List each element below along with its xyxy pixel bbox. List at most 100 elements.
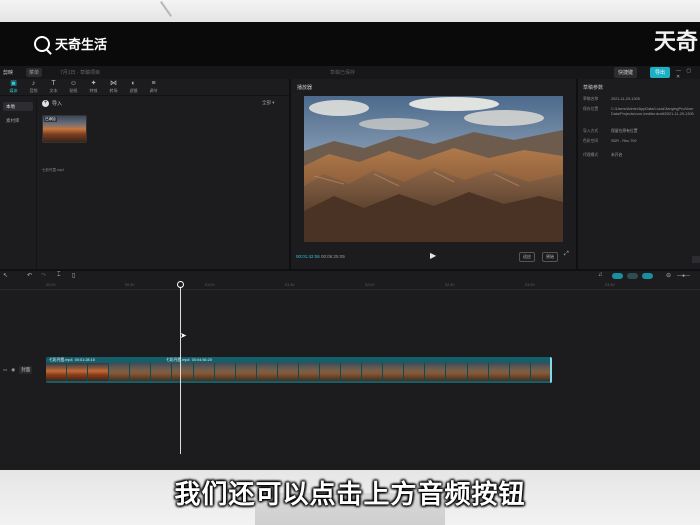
details-row: 色彩空间 SDR - Rec.709 xyxy=(583,139,698,144)
linkage-toggle[interactable] xyxy=(642,273,653,279)
watermark-search-icon xyxy=(34,35,50,52)
playhead-line[interactable] xyxy=(180,282,181,454)
redo-icon[interactable]: ↷ xyxy=(41,272,46,279)
microphone-icon[interactable]: ♫ xyxy=(598,272,603,278)
watermark-bar: 天奇生活 天奇 xyxy=(0,22,700,66)
zoom-out-icon[interactable]: ⊖ xyxy=(666,272,671,279)
details-modify-button[interactable] xyxy=(692,256,700,263)
playhead-handle[interactable] xyxy=(177,281,184,288)
filter-dropdown[interactable]: 全部 ▾ xyxy=(262,100,275,106)
save-status: 草稿已保存 xyxy=(330,70,356,76)
shortcut-button[interactable]: 快捷键 xyxy=(614,67,638,78)
details-value: 未开启 xyxy=(611,153,623,157)
split-icon[interactable]: ⌶ xyxy=(57,272,61,279)
video-clip[interactable]: 七彩丹霞.mp4 00:01:28:15 七彩丹霞.mp4 00:04:56:2… xyxy=(46,357,552,383)
media-icon: ▣ xyxy=(10,80,17,87)
media-sidebar: 本地 素材库 xyxy=(0,97,37,269)
export-button[interactable]: 导出 xyxy=(650,67,671,78)
clip-frame xyxy=(67,363,89,381)
added-badge: 已添加 xyxy=(44,117,57,122)
details-row: 代理模式 未开启 xyxy=(583,153,698,158)
video-preview[interactable] xyxy=(304,96,563,242)
zoom-slider[interactable]: —●— xyxy=(677,273,690,279)
app-name: 剪映 xyxy=(3,70,14,76)
clip-name: 七彩丹霞.mp4 xyxy=(49,358,73,362)
clip-duration: 00:01:28:15 xyxy=(74,358,95,362)
clip-frame xyxy=(530,363,552,381)
tool-label: 转场 xyxy=(109,88,118,93)
play-icon[interactable]: ▶ xyxy=(430,251,436,260)
tool-text[interactable]: T 文本 xyxy=(44,79,63,95)
details-key: 保存位置 xyxy=(583,107,599,111)
clip-frame xyxy=(46,363,68,381)
sidebar-item-library[interactable]: 素材库 xyxy=(3,116,33,125)
tool-adjust[interactable]: ≡ 调节 xyxy=(144,79,163,95)
clip-frame xyxy=(298,363,321,381)
tool-transition[interactable]: ⋈ 转场 xyxy=(104,79,123,95)
tool-sticker[interactable]: ☺ 贴纸 xyxy=(64,79,83,95)
tool-effects[interactable]: ✦ 特效 xyxy=(84,79,103,95)
select-icon[interactable]: ↖ xyxy=(3,272,8,279)
clip-frame xyxy=(88,363,110,381)
clip-duration: 00:04:56:20 xyxy=(191,358,212,362)
details-key: 色彩空间 xyxy=(583,139,599,143)
clip-frame xyxy=(362,363,384,381)
player-controls: 00:01:42:06 00:06:25:05 ▶ 适应 原始 ⤢ xyxy=(291,249,576,265)
import-button[interactable]: + 导入 xyxy=(42,100,62,107)
clip-trim-handle[interactable] xyxy=(550,357,552,383)
sidebar-item-local[interactable]: 本地 xyxy=(3,102,33,111)
clip-frame xyxy=(320,363,342,381)
watermark-corner-text: 天奇 xyxy=(653,29,698,54)
ruler-tick: 03:30 xyxy=(605,283,615,287)
media-filename: 七彩丹霞.mp4 xyxy=(42,168,64,172)
clip-frame xyxy=(277,363,299,381)
eye-icon[interactable]: ◉ xyxy=(11,367,15,373)
menu-button[interactable]: 菜单 xyxy=(26,68,43,77)
media-panel: ▣ 媒体 ♪ 音频 T 文本 ☺ 贴纸 ✦ 特效 ⋈ 转场 ◐ 滤镜 ≡ 调节 本地 素材库 +… xyxy=(0,79,289,269)
timecode: 00:01:42:06 00:06:25:05 xyxy=(296,254,345,259)
timeline-toolbar: ↖ ↶ ↷ ⌶ ▯ ♫ ⊖ —●— xyxy=(0,271,700,282)
track-header: ▭ ◉ 封面 xyxy=(3,364,45,376)
details-key: 代理模式 xyxy=(583,153,599,157)
clip-frame xyxy=(383,363,405,381)
monitor-top-bezel xyxy=(0,0,700,22)
details-key: 草稿名称 xyxy=(583,97,599,101)
ruler-tick: 00:00 xyxy=(46,283,56,287)
ratio-button[interactable]: 适应 xyxy=(519,252,535,262)
fullscreen-icon[interactable]: ⤢ xyxy=(564,251,569,258)
ruler-tick: 02:00 xyxy=(365,283,375,287)
lock-icon[interactable]: ▭ xyxy=(3,367,7,373)
media-thumbnail[interactable]: 已添加 xyxy=(42,115,87,143)
tool-label: 文本 xyxy=(49,88,58,93)
watermark-logo-text: 天奇生活 xyxy=(55,37,108,52)
undo-icon[interactable]: ↶ xyxy=(27,272,32,279)
details-row: 导入方式 保留在原有位置 xyxy=(583,129,698,134)
details-value: 保留在原有位置 xyxy=(611,129,638,133)
details-row: 草稿名称 2021-11-29-1305 xyxy=(583,97,698,102)
main-track-magnet-toggle[interactable] xyxy=(612,273,623,279)
auto-snap-toggle[interactable] xyxy=(627,273,638,279)
timecode-current: 00:01:42:06 xyxy=(296,254,320,259)
ruler-tick: 03:00 xyxy=(525,283,535,287)
clip-frame xyxy=(488,363,510,381)
watermark-logo: 天奇生活 xyxy=(34,34,107,53)
adjust-icon: ≡ xyxy=(151,80,156,87)
tool-media[interactable]: ▣ 媒体 xyxy=(4,79,23,95)
tool-audio[interactable]: ♪ 音频 xyxy=(24,79,43,95)
ruler-tick: 02:30 xyxy=(445,283,455,287)
details-value: C:/Users/Admin/AppData/Local/JianyingPro… xyxy=(611,107,694,116)
clip-frame xyxy=(172,363,194,381)
tool-filter[interactable]: ◐ 滤镜 xyxy=(124,79,143,95)
clip-frame xyxy=(425,363,447,381)
ruler-tick: 01:00 xyxy=(205,283,215,287)
transition-icon: ⋈ xyxy=(110,80,117,87)
details-key: 导入方式 xyxy=(583,129,599,133)
delete-icon[interactable]: ▯ xyxy=(72,272,75,279)
monitor-screen: 天奇生活 天奇 剪映 菜单 7月1日 · 草稿项目 草稿已保存 快捷键 导出 —… xyxy=(0,22,700,470)
details-value: 2021-11-29-1305 xyxy=(611,97,640,101)
tool-label: 媒体 xyxy=(9,88,18,93)
timeline-panel: ↖ ↶ ↷ ⌶ ▯ ♫ ⊖ —●— 00:00 00:30 01:00 01:3… xyxy=(0,271,700,470)
clip-frame xyxy=(214,363,236,381)
original-ratio-button[interactable]: 原始 xyxy=(542,252,558,262)
cover-button[interactable]: 封面 xyxy=(19,366,33,374)
